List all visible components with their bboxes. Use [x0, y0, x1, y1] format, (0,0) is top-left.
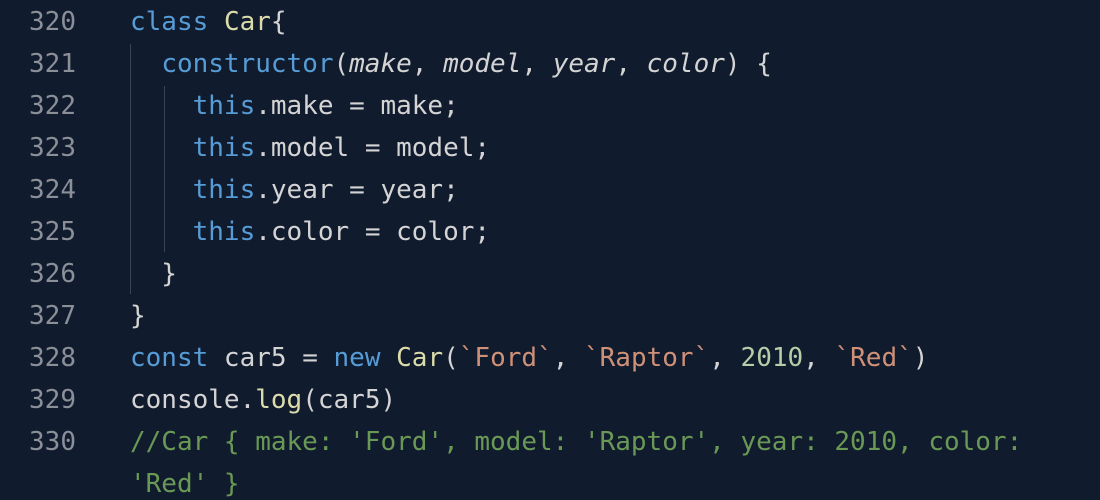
code-editor[interactable]: 320 class Car{321 constructor(make, model…: [0, 0, 1100, 500]
code-token: constructor: [161, 49, 334, 79]
line-number: 322: [29, 91, 76, 121]
line-number: 325: [29, 217, 76, 247]
code-token: `Raptor`: [584, 343, 710, 373]
code-text: this.color = color;: [130, 211, 490, 253]
indent-guide: [164, 86, 165, 252]
code-token: console.: [130, 385, 256, 415]
code-text: this.make = make;: [130, 85, 459, 127]
code-token: log: [255, 385, 303, 415]
code-token: .make = make;: [255, 91, 459, 121]
code-text: //Car { make: 'Ford', model: 'Raptor', y…: [130, 421, 1022, 463]
code-token: car5 =: [208, 343, 334, 373]
code-token: `Red`: [834, 343, 913, 373]
code-token: }: [130, 259, 177, 289]
line-number: 324: [29, 175, 76, 205]
line-number: 320: [29, 7, 76, 37]
code-text: constructor(make, model, year, color) {: [130, 43, 772, 85]
code-token: this: [192, 91, 256, 121]
line-number: 330: [29, 427, 76, 457]
line-number: 326: [29, 259, 76, 289]
code-text: class Car{: [130, 1, 287, 43]
code-token: this: [192, 133, 256, 163]
line-number: 327: [29, 301, 76, 331]
code-text: console.log(car5): [130, 379, 396, 421]
line-number: 323: [29, 133, 76, 163]
code-token: `Ford`: [458, 343, 553, 373]
code-token: 2010: [740, 343, 804, 373]
code-token: (car5): [302, 385, 397, 415]
code-token: ,: [552, 343, 584, 373]
code-token: const: [130, 343, 209, 373]
code-token: Car: [396, 343, 444, 373]
code-token: }: [130, 301, 146, 331]
code-token: .color = color;: [255, 217, 491, 247]
code-token: make: [349, 49, 412, 79]
code-text: 'Red' }: [130, 463, 240, 500]
code-text: this.year = year;: [130, 169, 459, 211]
code-token: ,: [803, 343, 835, 373]
code-text: }: [130, 253, 177, 295]
code-token: this: [192, 217, 256, 247]
code-token: .model = model;: [255, 133, 491, 163]
code-token: new: [333, 343, 381, 373]
code-token: (: [443, 343, 459, 373]
code-token: ,: [411, 49, 444, 79]
code-token: (: [333, 49, 350, 79]
code-token: ,: [521, 49, 553, 79]
code-token: class: [130, 7, 209, 37]
code-token: ) {: [724, 49, 772, 79]
code-text: }: [130, 295, 146, 337]
line-number: 328: [29, 343, 76, 373]
code-token: ,: [709, 343, 741, 373]
code-token: //Car { make: 'Ford', model: 'Raptor', y…: [130, 427, 1023, 457]
code-token: this: [192, 175, 256, 205]
line-number: 329: [29, 385, 76, 415]
code-token: Car: [223, 7, 271, 37]
line-number: 321: [29, 49, 76, 79]
code-token: model: [443, 49, 522, 79]
code-text: this.model = model;: [130, 127, 490, 169]
code-token: year: [552, 49, 616, 79]
indent-guide: [130, 44, 131, 294]
code-token: .year = year;: [255, 175, 459, 205]
code-token: {: [270, 7, 287, 37]
code-text: const car5 = new Car(`Ford`, `Raptor`, 2…: [130, 337, 928, 379]
code-token: ,: [615, 49, 647, 79]
code-token: ): [912, 343, 929, 373]
code-token: color: [646, 49, 725, 79]
code-token: 'Red' }: [130, 469, 240, 499]
